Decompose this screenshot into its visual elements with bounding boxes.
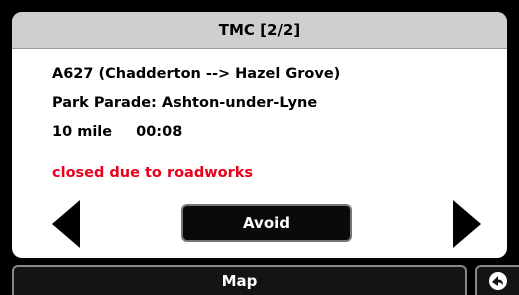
dialog-title: TMC [2/2] <box>12 12 507 49</box>
return-button[interactable] <box>475 265 519 295</box>
location-text: Park Parade: Ashton-under-Lyne <box>52 95 318 111</box>
arrow-right-icon[interactable] <box>453 200 481 248</box>
arrow-left-icon[interactable] <box>52 200 80 248</box>
avoid-button[interactable]: Avoid <box>181 204 352 242</box>
tmc-dialog: TMC [2/2] A627 (Chadderton --> Hazel Gro… <box>12 12 507 258</box>
return-arrow-icon <box>489 272 507 290</box>
distance-time-row: 10 mile 00:08 <box>52 124 182 140</box>
road-name: A627 (Chadderton --> Hazel Grove) <box>52 66 341 82</box>
map-button[interactable]: Map <box>12 265 467 295</box>
status-message: closed due to roadworks <box>52 165 254 181</box>
time-value: 00:08 <box>136 124 183 140</box>
distance-value: 10 mile <box>52 124 113 140</box>
